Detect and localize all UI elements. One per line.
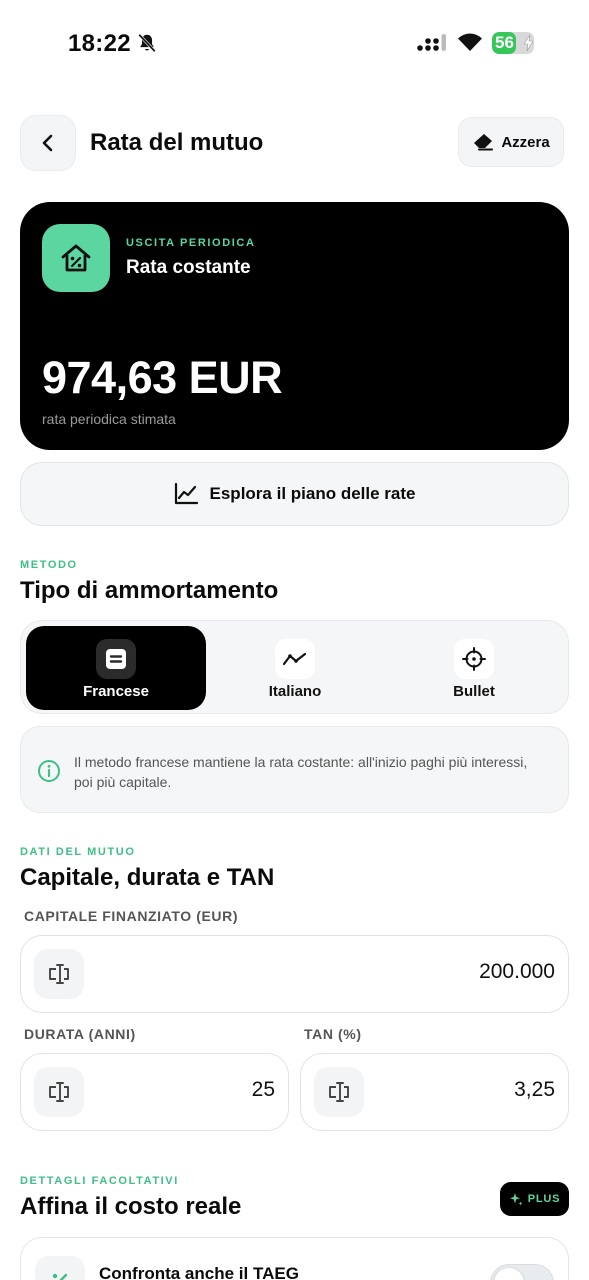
option-francese[interactable]: Francese: [26, 626, 206, 710]
back-button[interactable]: [20, 115, 76, 171]
plus-label: PLUS: [527, 1193, 561, 1205]
method-kicker: METODO: [20, 559, 78, 571]
status-time: 18:22: [68, 30, 131, 57]
plus-badge[interactable]: PLUS: [500, 1182, 569, 1216]
info-icon: [38, 760, 60, 782]
payment-summary-card: USCITA PERIODICA Rata costante 974,63 EU…: [20, 202, 569, 450]
rate-input[interactable]: 3,25: [300, 1053, 569, 1131]
reset-label: Azzera: [501, 133, 550, 151]
explore-schedule-button[interactable]: Esplora il piano delle rate: [20, 462, 569, 526]
rate-value: 3,25: [514, 1078, 555, 1101]
option-bullet-label: Bullet: [453, 683, 495, 700]
taeg-toggle[interactable]: [490, 1264, 554, 1280]
charging-bolt-icon: [524, 35, 533, 51]
loan-kicker: DATI DEL MUTUO: [20, 846, 136, 858]
option-italiano[interactable]: Italiano: [205, 626, 385, 710]
capital-input[interactable]: 200.000: [20, 935, 569, 1013]
status-bar: 18:22 56: [0, 0, 589, 90]
amortization-selector: Francese Italiano Bullet: [20, 620, 569, 714]
crosshair-icon: [454, 639, 494, 679]
house-percent-icon: [42, 224, 110, 292]
duration-input[interactable]: 25: [20, 1053, 289, 1131]
duration-label: DURATA (ANNI): [24, 1026, 136, 1042]
payment-amount: 974,63 EUR: [42, 352, 283, 403]
toggle-knob: [494, 1268, 524, 1280]
bell-slash-icon: [138, 33, 156, 53]
reset-button[interactable]: Azzera: [458, 117, 564, 167]
battery-level: 56: [495, 33, 514, 52]
sparkles-icon: [509, 1193, 523, 1206]
method-info-text: Il metodo francese mantiene la rata cost…: [74, 754, 528, 790]
explore-label: Esplora il piano delle rate: [209, 484, 416, 503]
capital-value: 200.000: [479, 960, 555, 983]
option-italiano-label: Italiano: [268, 683, 322, 700]
list-card-icon: [96, 639, 136, 679]
cellular-signal-icon: [417, 34, 446, 51]
method-title: Tipo di ammortamento: [20, 577, 279, 604]
text-cursor-input-icon: [314, 1067, 364, 1117]
eraser-icon: [474, 134, 494, 151]
hero-subtitle: Rata costante: [126, 257, 251, 278]
page-title: Rata del mutuo: [90, 129, 264, 156]
percent-icon: [35, 1256, 85, 1280]
battery-indicator: 56: [492, 32, 534, 54]
text-cursor-input-icon: [34, 949, 84, 999]
optional-title: Affina il costo reale: [20, 1193, 242, 1220]
capital-label: CAPITALE FINANZIATO (EUR): [24, 908, 239, 924]
method-info-box: Il metodo francese mantiene la rata cost…: [20, 726, 569, 813]
payment-note: rata periodica stimata: [42, 411, 176, 427]
optional-kicker: DETTAGLI FACOLTATIVI: [20, 1175, 179, 1187]
rate-label: TAN (%): [304, 1026, 362, 1042]
taeg-label: Confronta anche il TAEG: [99, 1264, 299, 1280]
taeg-toggle-row[interactable]: Confronta anche il TAEG: [20, 1237, 569, 1280]
text-cursor-input-icon: [34, 1067, 84, 1117]
chevron-left-icon: [42, 134, 53, 152]
duration-value: 25: [251, 1078, 275, 1101]
trend-line-icon: [275, 639, 315, 679]
wifi-icon: [458, 33, 482, 51]
option-bullet[interactable]: Bullet: [384, 626, 564, 710]
loan-title: Capitale, durata e TAN: [20, 864, 275, 891]
chart-line-icon: [174, 483, 198, 505]
option-francese-label: Francese: [83, 683, 149, 700]
top-bar: Rata del mutuo Azzera: [20, 115, 568, 171]
hero-kicker: USCITA PERIODICA: [126, 237, 256, 249]
